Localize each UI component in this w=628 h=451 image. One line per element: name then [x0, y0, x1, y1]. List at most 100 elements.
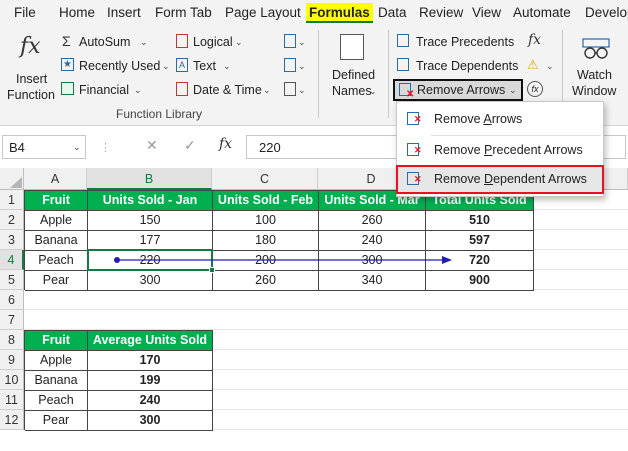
- menu-bar: File Home Insert Form Tab Page Layout Fo…: [0, 0, 628, 26]
- table-cell[interactable]: 260: [213, 271, 319, 291]
- more-functions-button[interactable]: ⌄: [282, 80, 306, 100]
- chevron-down-icon: ⌄: [546, 61, 554, 71]
- tab-formulas[interactable]: Formulas: [306, 3, 373, 23]
- table-header-cell[interactable]: Fruit: [25, 191, 88, 211]
- table-cell[interactable]: Apple: [25, 211, 88, 231]
- table-cell[interactable]: 240: [88, 391, 213, 411]
- enter-check-icon[interactable]: ✓: [184, 137, 196, 154]
- date-time-button[interactable]: Date & Time ⌄: [175, 80, 280, 100]
- menu-item-remove-precedent-arrows[interactable]: ✕ Remove Precedent Arrows: [397, 136, 603, 164]
- star-icon: ★: [61, 58, 74, 71]
- tab-insert[interactable]: Insert: [107, 3, 141, 23]
- red-x-icon: ✕: [414, 174, 422, 184]
- chevron-down-icon: ⌄: [298, 85, 306, 95]
- evaluate-formula-icon: fx: [527, 81, 543, 97]
- math-trig-button[interactable]: ⌄: [282, 56, 306, 76]
- tab-automate[interactable]: Automate: [513, 3, 571, 23]
- error-checking-button[interactable]: ⚠ ⌄: [526, 56, 556, 76]
- chevron-down-icon: ⌄: [298, 61, 306, 71]
- financial-button[interactable]: Financial ⌄: [60, 80, 170, 100]
- tab-view[interactable]: View: [472, 3, 501, 23]
- table-cell[interactable]: 340: [319, 271, 426, 291]
- table-cell[interactable]: 300: [88, 411, 213, 431]
- table-cell[interactable]: 199: [88, 371, 213, 391]
- tab-developer[interactable]: Develop: [585, 3, 628, 23]
- function-library-group-label: Function Library: [116, 107, 203, 121]
- column-header-c[interactable]: C: [212, 168, 318, 190]
- remove-arrows-button[interactable]: ✕ Remove Arrows ⌄: [393, 79, 523, 101]
- row-header[interactable]: 1: [0, 190, 24, 210]
- menu-item-remove-arrows[interactable]: ✕ Remove Arrows: [397, 105, 603, 133]
- row-header[interactable]: 2: [0, 210, 24, 230]
- autosum-button[interactable]: Σ AutoSum ⌄: [60, 32, 170, 52]
- row-header[interactable]: 5: [0, 270, 24, 290]
- table-cell[interactable]: 100: [213, 211, 319, 231]
- recently-used-button[interactable]: ★ Recently Used ⌄: [60, 56, 170, 76]
- table-header-cell[interactable]: Fruit: [25, 331, 88, 351]
- table-cell[interactable]: 177: [88, 231, 213, 251]
- row-header[interactable]: 11: [0, 390, 24, 410]
- show-formulas-button[interactable]: fx: [526, 32, 548, 52]
- row-header[interactable]: 7: [0, 310, 24, 330]
- row-header[interactable]: 6: [0, 290, 24, 310]
- tab-page-layout[interactable]: Page Layout: [225, 3, 301, 23]
- remove-arrows-label: Remove Arrows: [417, 83, 506, 97]
- trace-precedents-icon: [397, 34, 409, 47]
- row-header[interactable]: 8: [0, 330, 24, 350]
- tab-file[interactable]: File: [14, 3, 36, 23]
- chevron-down-icon: ⌄: [369, 86, 377, 96]
- table-header-cell[interactable]: Units Sold - Jan: [88, 191, 213, 211]
- table-cell[interactable]: Peach: [25, 391, 88, 411]
- table-cell[interactable]: Apple: [25, 351, 88, 371]
- logical-button[interactable]: Logical ⌄: [175, 32, 270, 52]
- table-cell[interactable]: 300: [88, 271, 213, 291]
- table-cell[interactable]: 170: [88, 351, 213, 371]
- tab-home[interactable]: Home: [59, 3, 95, 23]
- tab-form-tab[interactable]: Form Tab: [155, 3, 212, 23]
- cancel-icon[interactable]: ✕: [146, 137, 158, 154]
- row-header[interactable]: 9: [0, 350, 24, 370]
- table-cell[interactable]: 510: [426, 211, 534, 231]
- defined-names-button[interactable]: Defined Names ⌄: [326, 30, 382, 102]
- table-cell[interactable]: Banana: [25, 371, 88, 391]
- sigma-icon: Σ: [62, 33, 71, 49]
- table-cell[interactable]: 150: [88, 211, 213, 231]
- text-button[interactable]: A Text ⌄: [175, 56, 270, 76]
- table-header-cell[interactable]: Average Units Sold: [88, 331, 213, 351]
- autosum-label: AutoSum: [79, 35, 131, 49]
- select-all-corner[interactable]: [0, 168, 24, 190]
- table-cell[interactable]: 260: [319, 211, 426, 231]
- trace-dependents-icon: [397, 58, 409, 71]
- tab-review[interactable]: Review: [419, 3, 463, 23]
- watch-window-button[interactable]: Watch Window: [568, 30, 624, 102]
- insert-function-fx-icon[interactable]: fx: [219, 136, 232, 152]
- average-table: Fruit Average Units Sold Apple 170 Banan…: [24, 330, 213, 431]
- row-header[interactable]: 10: [0, 370, 24, 390]
- chevron-down-icon: ⌄: [134, 85, 142, 95]
- ribbon-separator: [318, 30, 319, 118]
- lookup-reference-button[interactable]: ⌄: [282, 32, 306, 52]
- table-cell[interactable]: 597: [426, 231, 534, 251]
- trace-precedents-button[interactable]: Trace Precedents: [395, 32, 520, 52]
- table-header-cell[interactable]: Units Sold - Feb: [213, 191, 319, 211]
- row-header[interactable]: 12: [0, 410, 24, 430]
- row-header[interactable]: 3: [0, 230, 24, 250]
- table-cell[interactable]: 180: [213, 231, 319, 251]
- trace-dependents-button[interactable]: Trace Dependents: [395, 56, 520, 76]
- insert-function-button[interactable]: fx Insert Function: [4, 30, 56, 102]
- column-header-a[interactable]: A: [24, 168, 87, 190]
- menu-item-remove-dependent-arrows[interactable]: ✕ Remove Dependent Arrows: [396, 165, 604, 194]
- tab-data[interactable]: Data: [378, 3, 407, 23]
- table-cell[interactable]: Pear: [25, 411, 88, 431]
- row-header[interactable]: 4: [0, 250, 24, 270]
- evaluate-formula-button[interactable]: fx: [526, 80, 548, 100]
- table-cell[interactable]: Banana: [25, 231, 88, 251]
- name-box[interactable]: B4 ⌄: [2, 135, 86, 159]
- table-cell[interactable]: 240: [319, 231, 426, 251]
- trace-dependents-label: Trace Dependents: [416, 59, 519, 73]
- recently-used-label: Recently Used: [79, 59, 161, 73]
- table-cell[interactable]: Peach: [25, 251, 88, 271]
- table-cell[interactable]: 900: [426, 271, 534, 291]
- column-header-b[interactable]: B: [87, 168, 212, 190]
- table-cell[interactable]: Pear: [25, 271, 88, 291]
